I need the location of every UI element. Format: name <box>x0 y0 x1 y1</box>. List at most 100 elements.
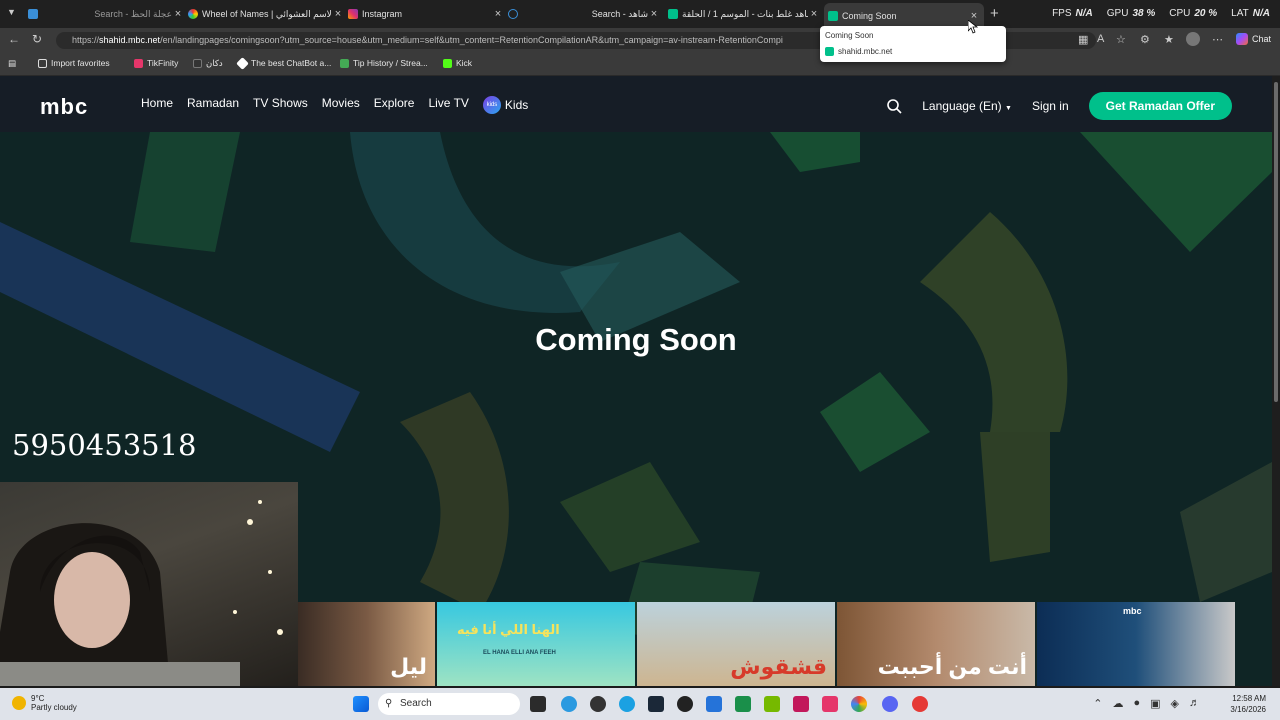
page-heading: Coming Soon <box>535 322 737 357</box>
close-tab-icon[interactable]: × <box>808 8 820 20</box>
nav-live-tv[interactable]: Live TV <box>428 96 468 114</box>
bookmark-kick[interactable]: Kick <box>443 58 472 68</box>
fps-value: N/A <box>1075 8 1093 19</box>
taskbar-search[interactable]: ⚲ Search <box>378 693 520 715</box>
poster-card[interactable]: الهنا اللي أنا فيه EL HANA ELLI ANA FEEH <box>437 602 635 686</box>
close-tab-icon[interactable]: × <box>332 8 344 20</box>
poster-title: قشقوش <box>730 654 827 679</box>
volume-icon[interactable]: ♬ <box>1189 697 1200 710</box>
onedrive-icon[interactable]: ☁ <box>1112 697 1123 710</box>
bookmark-import-favorites[interactable]: Import favorites <box>38 58 110 68</box>
tab-wheel-of-names[interactable]: Wheel of Names | الاسم العشوائي × <box>188 4 344 24</box>
kids-icon: kids <box>482 96 501 114</box>
scrollbar-thumb[interactable] <box>1274 82 1278 402</box>
microphone-icon[interactable]: ● <box>1133 697 1140 710</box>
read-aloud-icon[interactable]: A <box>1097 33 1104 45</box>
search-icon[interactable] <box>886 98 902 114</box>
poster-card[interactable]: mbc <box>1037 602 1235 686</box>
system-clock[interactable]: 12:58 AM 3/16/2026 <box>1230 693 1266 715</box>
performance-overlay: FPS N/A GPU 38 % CPU 20 % LAT N/A <box>1052 8 1270 19</box>
tab-title: Search - عجلة الحظ <box>94 8 172 19</box>
mbc-logo[interactable]: mbc <box>40 94 88 120</box>
nav-movies[interactable]: Movies <box>322 96 360 114</box>
windows-start-icon[interactable] <box>353 696 369 712</box>
close-tab-icon[interactable]: × <box>648 8 660 20</box>
poster-card[interactable]: قشقوش <box>637 602 835 686</box>
obs-icon[interactable] <box>912 696 928 712</box>
search-icon <box>508 9 518 19</box>
tab-search-shahid[interactable]: Search - شاهد × <box>508 4 660 24</box>
collections-icon[interactable] <box>1186 32 1200 46</box>
new-tab-button[interactable]: + <box>990 5 999 22</box>
nav-tv-shows[interactable]: TV Shows <box>253 96 308 114</box>
poster-brand: mbc <box>1123 606 1142 616</box>
extensions-icon[interactable]: ⚙ <box>1140 33 1150 46</box>
xbox-icon[interactable] <box>677 696 693 712</box>
bookmark-dukkan[interactable]: دكان <box>193 58 223 69</box>
bookmark-label: دكان <box>206 58 223 68</box>
bookmark-tip-history[interactable]: Tip History / Strea... <box>340 58 428 68</box>
bookmark-label: Kick <box>456 58 473 68</box>
weather-widget[interactable]: 9°C Partly cloudy <box>12 694 77 712</box>
sidebar-toggle-icon[interactable]: ▤ <box>8 58 16 69</box>
display-icon[interactable]: ▣ <box>1150 697 1160 710</box>
poster-title: أنت من أحببت <box>877 654 1027 679</box>
tab-instagram[interactable]: Instagram × <box>348 4 504 24</box>
search-icon: ⚲ <box>385 698 393 709</box>
language-label: Language (En) <box>922 99 1002 113</box>
tab-shahid-episode[interactable]: شاهد غلط بنات - الموسم 1 / الحلقة × <box>668 4 820 24</box>
close-tab-icon[interactable]: × <box>492 8 504 20</box>
nav-ramadan[interactable]: Ramadan <box>187 96 239 114</box>
nvidia-icon[interactable] <box>764 696 780 712</box>
store-icon[interactable] <box>706 696 722 712</box>
bookmark-chatbot[interactable]: The best ChatBot a... <box>236 56 331 70</box>
discord-icon[interactable] <box>882 696 898 712</box>
nav-kids[interactable]: kids Kids <box>482 96 528 114</box>
bookmark-tikfinity[interactable]: TikFinity <box>134 58 178 68</box>
wifi-icon[interactable]: ◈ <box>1171 697 1179 710</box>
tab-coming-soon[interactable]: Coming Soon × <box>824 3 984 28</box>
close-tab-icon[interactable]: × <box>172 8 184 20</box>
apps-icon[interactable]: ▦ <box>1078 33 1088 46</box>
main-nav: Home Ramadan TV Shows Movies Explore Liv… <box>141 96 528 114</box>
cpu-value: 20 % <box>1194 8 1218 19</box>
steam-icon[interactable] <box>648 696 664 712</box>
page-scrollbar[interactable] <box>1272 76 1280 686</box>
poster-card[interactable]: ليل <box>298 602 435 686</box>
instagram-icon <box>348 9 358 19</box>
nav-explore[interactable]: Explore <box>374 96 415 114</box>
tab-list-chevron-icon[interactable]: ▼ <box>7 7 16 17</box>
tab-hover-card: Coming Soon shahid.mbc.net <box>820 26 1006 62</box>
chat-button[interactable]: Chat <box>1236 33 1271 45</box>
nav-home[interactable]: Home <box>141 96 173 114</box>
copilot-icon[interactable] <box>561 696 577 712</box>
refresh-icon[interactable]: ↻ <box>32 32 42 46</box>
poster-title: الهنا اللي أنا فيه <box>457 622 560 637</box>
lat-stat: LAT N/A <box>1231 8 1270 19</box>
app-icon[interactable] <box>793 696 809 712</box>
favorites-icon[interactable]: ★ <box>1164 33 1174 46</box>
chrome-canary-icon[interactable] <box>590 696 606 712</box>
tab-search-wheel[interactable]: Search - عجلة الحظ × <box>28 4 184 24</box>
favorite-star-icon[interactable]: ☆ <box>1116 33 1126 46</box>
menu-icon[interactable]: ⋯ <box>1212 33 1223 46</box>
poster-card[interactable]: أنت من أحببت <box>837 602 1035 686</box>
ramadan-offer-button[interactable]: Get Ramadan Offer <box>1088 92 1232 120</box>
tiktok-live-icon[interactable] <box>822 696 838 712</box>
chatbot-icon <box>236 56 249 70</box>
gpu-value: 38 % <box>1132 8 1156 19</box>
tab-title: Search - شاهد <box>591 8 648 19</box>
edge-icon[interactable] <box>619 696 635 712</box>
shahid-icon <box>828 10 838 21</box>
cpu-label: CPU <box>1169 8 1191 19</box>
header-actions: Language (En) ▼ Sign in Get Ramadan Offe… <box>886 92 1232 120</box>
back-icon[interactable]: ← <box>8 32 20 46</box>
search-icon <box>28 9 38 19</box>
sign-in-link[interactable]: Sign in <box>1032 99 1069 113</box>
file-explorer-icon[interactable] <box>530 696 546 712</box>
tray-overflow-icon[interactable]: ⌃ <box>1093 697 1102 710</box>
whatsapp-icon[interactable] <box>735 696 751 712</box>
language-selector[interactable]: Language (En) ▼ <box>922 99 1012 113</box>
chrome-icon[interactable] <box>851 696 867 712</box>
poster-strip: ليل الهنا اللي أنا فيه EL HANA ELLI ANA F… <box>298 602 1235 686</box>
